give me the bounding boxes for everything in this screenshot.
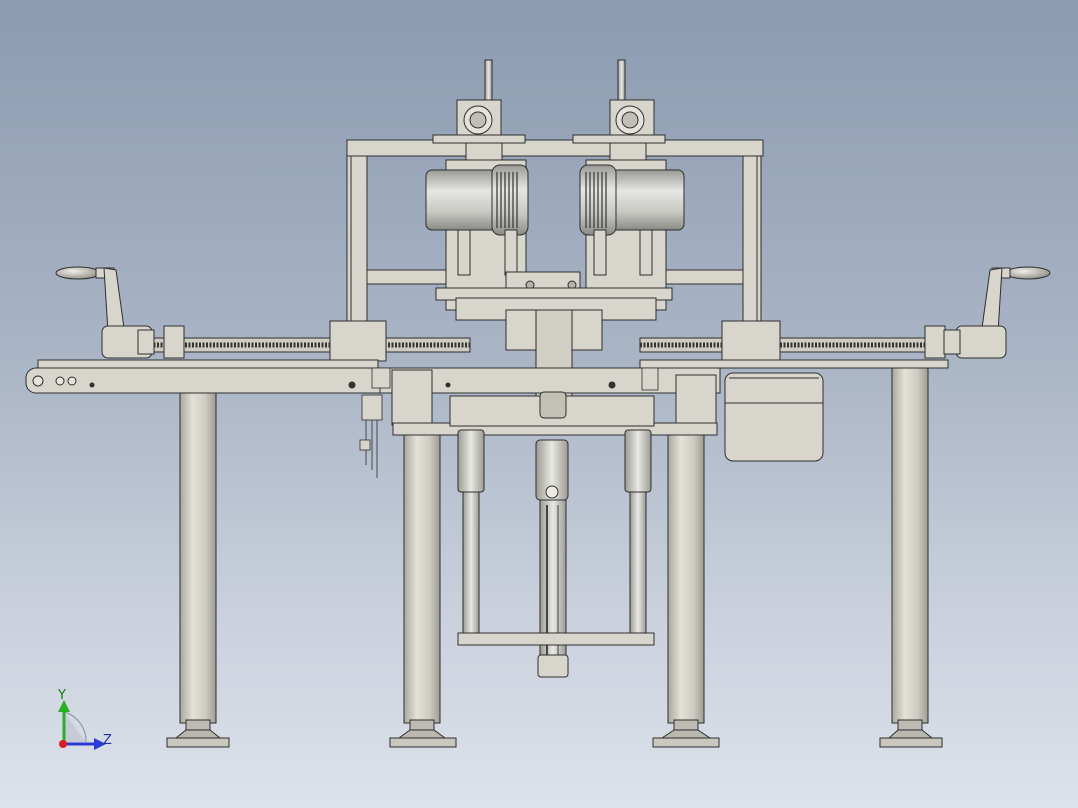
- leg-front-right: [879, 365, 943, 748]
- z-axis-label: Z: [103, 733, 112, 748]
- cad-viewport[interactable]: Y Z: [0, 0, 1078, 808]
- guide-column-left: [457, 429, 485, 638]
- lead-screw-right: [639, 325, 951, 359]
- hand-wheel-right[interactable]: [943, 266, 1051, 359]
- y-axis-label: Y: [57, 688, 66, 703]
- lead-screw-left: [149, 325, 471, 359]
- main-beam-right: [379, 359, 949, 394]
- x-axis-origin: [59, 740, 67, 748]
- slide-block-right: [721, 320, 781, 362]
- leg-front-left: [166, 392, 230, 748]
- slide-block-left: [329, 320, 387, 362]
- leg-rear-right: [652, 429, 720, 748]
- bottom-tie-bar: [457, 632, 655, 646]
- main-beam-left: [25, 359, 397, 394]
- hand-wheel-left[interactable]: [55, 266, 155, 359]
- control-box: [724, 372, 824, 462]
- guide-column-right: [624, 429, 652, 638]
- machine-assembly-drawing: Y Z: [25, 59, 1051, 750]
- coordinate-triad: Y Z: [57, 688, 112, 750]
- leg-rear-left: [389, 429, 457, 748]
